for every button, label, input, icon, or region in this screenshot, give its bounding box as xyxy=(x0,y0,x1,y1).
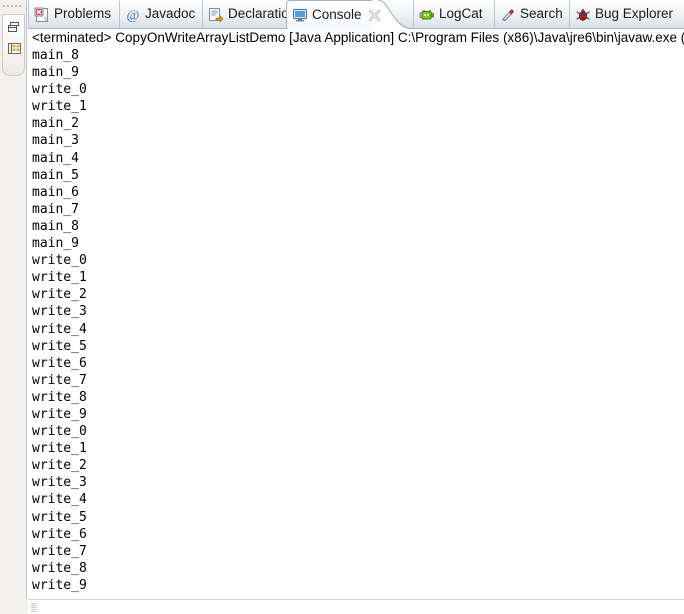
declaration-icon xyxy=(208,7,224,23)
close-icon[interactable] xyxy=(368,9,381,22)
tab-console[interactable]: Console xyxy=(286,0,380,29)
console-output-text: main_8 main_9 write_0 write_1 main_2 mai… xyxy=(32,48,87,593)
console-icon xyxy=(292,7,308,23)
drag-handle-dots[interactable] xyxy=(3,3,23,9)
problems-icon xyxy=(34,7,50,23)
tab-bug-explorer[interactable]: Bug Explorer xyxy=(570,1,684,28)
tab-logcat-label: LogCat xyxy=(439,6,483,22)
logcat-icon xyxy=(419,7,435,23)
eclipse-console-window: Problems @ Javadoc Declaration Console L… xyxy=(0,0,684,614)
svg-text:@: @ xyxy=(127,8,140,23)
fast-view-bar xyxy=(0,0,27,614)
scrollbar-grip[interactable] xyxy=(31,603,37,612)
view-tab-bar: Problems @ Javadoc Declaration Console L… xyxy=(28,0,684,29)
bug-icon xyxy=(575,7,591,23)
console-output-scroll[interactable]: <terminated> CopyOnWriteArrayListDemo [J… xyxy=(28,29,684,614)
tab-javadoc[interactable]: @ Javadoc xyxy=(120,1,203,28)
tab-problems-label: Problems xyxy=(54,6,112,22)
console-process-header: <terminated> CopyOnWriteArrayListDemo [J… xyxy=(32,30,684,45)
fast-view-panel xyxy=(2,14,25,76)
tab-console-label: Console xyxy=(312,6,362,22)
tab-bug-explorer-label: Bug Explorer xyxy=(595,6,674,22)
search-icon xyxy=(500,7,516,23)
tab-problems[interactable]: Problems xyxy=(28,1,120,28)
left-bar-bottom-filler xyxy=(0,599,28,614)
tab-search-label: Search xyxy=(520,6,563,22)
tab-logcat[interactable]: LogCat xyxy=(413,1,495,28)
javadoc-at-icon: @ xyxy=(125,7,141,23)
package-explorer-icon[interactable] xyxy=(7,41,22,56)
tab-search[interactable]: Search xyxy=(495,1,570,28)
tab-javadoc-label: Javadoc xyxy=(145,6,196,22)
horizontal-scrollbar[interactable] xyxy=(28,599,684,614)
restore-view-icon[interactable] xyxy=(7,20,22,35)
console-view: <terminated> CopyOnWriteArrayListDemo [J… xyxy=(28,29,684,614)
